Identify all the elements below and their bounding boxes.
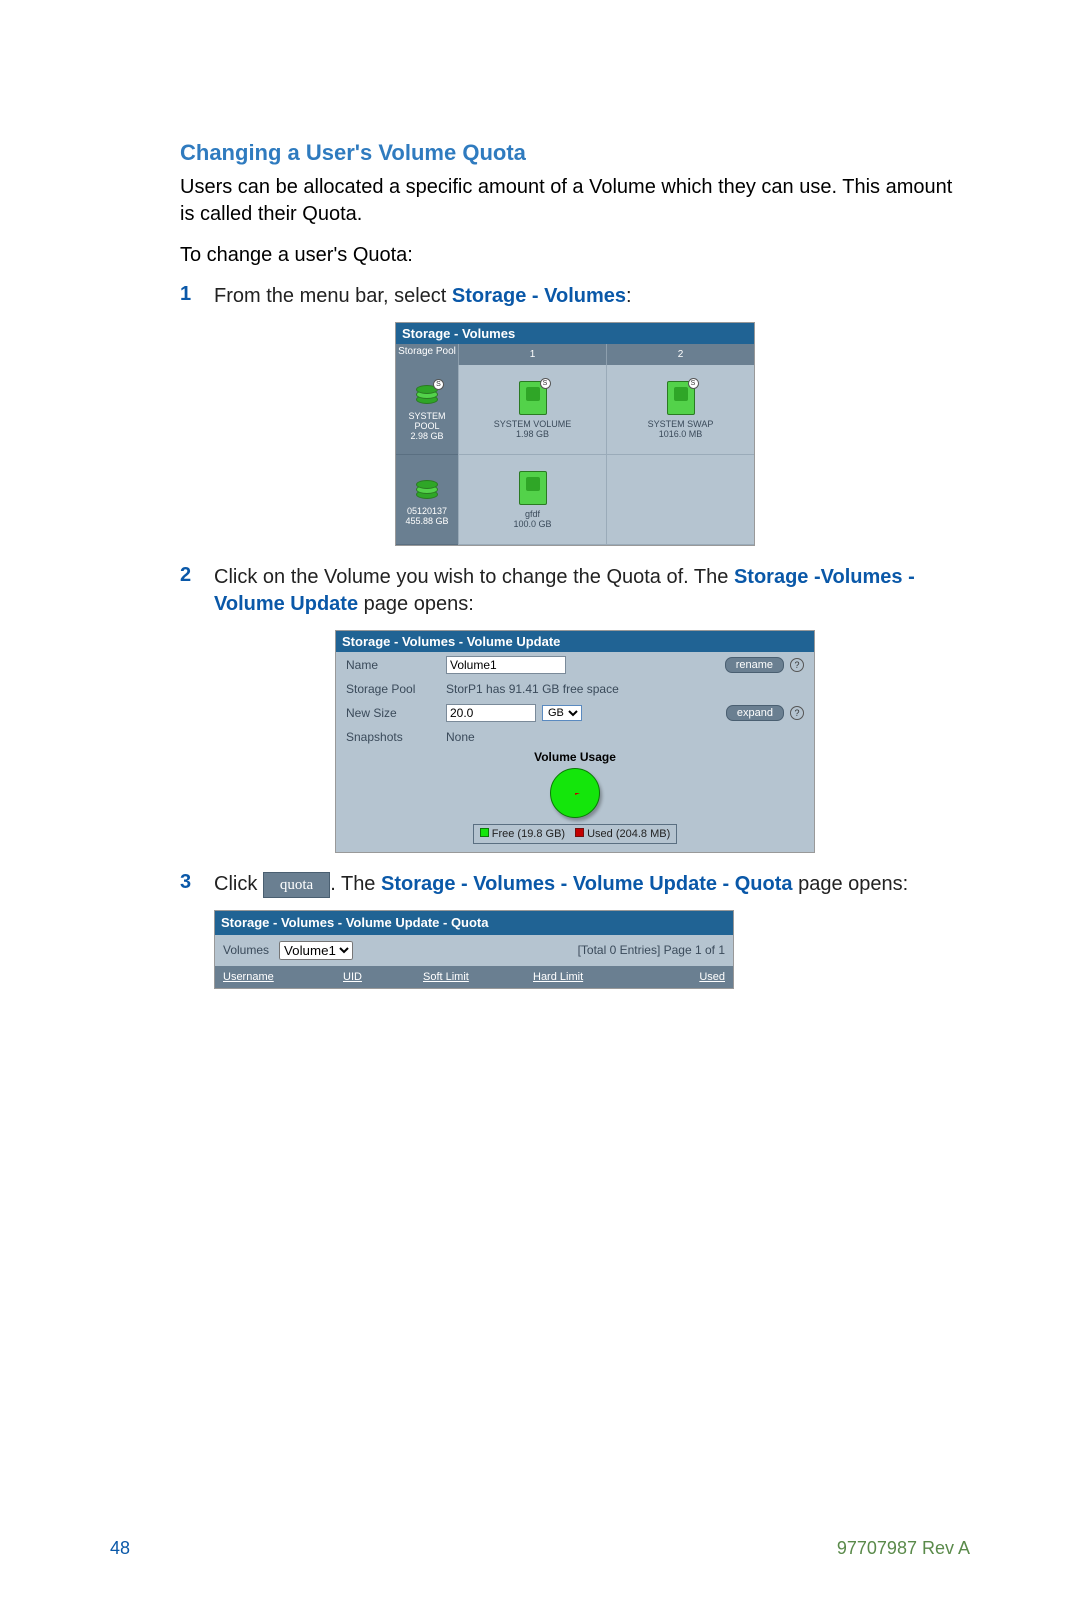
square-icon <box>480 828 489 837</box>
name-input[interactable] <box>446 656 566 674</box>
name-label: Name <box>346 658 446 672</box>
volume-size: 100.0 GB <box>513 519 551 529</box>
unit-select[interactable]: GB <box>542 705 582 721</box>
size-input[interactable] <box>446 704 536 722</box>
volume-cell-empty <box>607 455 754 545</box>
col-soft-limit[interactable]: Soft Limit <box>423 970 533 985</box>
snapshots-label: Snapshots <box>346 730 446 744</box>
text: . The <box>330 873 381 895</box>
volume-cell[interactable]: S SYSTEM SWAP 1016.0 MB <box>607 365 754 455</box>
pool-cell[interactable]: S SYSTEM POOL 2.98 GB <box>396 365 458 455</box>
size-label: New Size <box>346 706 446 720</box>
screenshot-volume-update: Storage - Volumes - Volume Update Name r… <box>335 630 815 853</box>
text: page opens: <box>358 593 474 615</box>
volume-cell[interactable]: S SYSTEM VOLUME 1.98 GB <box>459 365 606 455</box>
entries-text: [Total 0 Entries] Page 1 of 1 <box>578 942 725 958</box>
pool-label: Storage Pool <box>346 682 446 696</box>
column-header: 2 <box>606 344 754 365</box>
drive-icon <box>519 471 547 505</box>
text: From the menu bar, select <box>214 285 452 307</box>
usage-title: Volume Usage <box>336 748 814 766</box>
page-footer: 48 97707987 Rev A <box>110 1538 970 1559</box>
menu-path: Storage - Volumes <box>452 285 626 307</box>
volume-select[interactable]: Volume1 <box>279 941 353 960</box>
panel-title: Storage - Volumes <box>396 323 754 344</box>
volume-cell[interactable]: gfdf 100.0 GB <box>459 455 606 545</box>
snapshots-value: None <box>446 730 804 744</box>
column-header: 1 <box>458 344 606 365</box>
step-number: 3 <box>180 871 214 989</box>
col-username[interactable]: Username <box>223 970 343 985</box>
col-uid[interactable]: UID <box>343 970 423 985</box>
step-text: From the menu bar, select Storage - Volu… <box>214 283 970 310</box>
pool-name: SYSTEM POOL <box>398 411 456 431</box>
help-icon[interactable]: ? <box>790 658 804 672</box>
panel-title: Storage - Volumes - Volume Update <box>336 631 814 652</box>
panel-title: Storage - Volumes - Volume Update - Quot… <box>215 911 733 935</box>
expand-button[interactable]: expand <box>726 705 784 721</box>
volumes-label: Volumes <box>223 942 269 958</box>
badge-icon: S <box>433 379 444 390</box>
square-icon <box>575 828 584 837</box>
text: : <box>626 285 632 307</box>
quota-table-header: Username UID Soft Limit Hard Limit Used <box>215 966 733 989</box>
disk-stack-icon <box>413 476 441 504</box>
text: Click on the Volume you wish to change t… <box>214 566 734 588</box>
pool-size: 2.98 GB <box>410 431 443 441</box>
text: page opens: <box>793 873 909 895</box>
document-revision: 97707987 Rev A <box>837 1538 970 1559</box>
col-used[interactable]: Used <box>643 970 725 985</box>
page-number: 48 <box>110 1538 130 1559</box>
volume-size: 1.98 GB <box>516 429 549 439</box>
table-header: Storage Pool 1 2 <box>396 344 754 365</box>
text: Click <box>214 873 263 895</box>
volume-name: SYSTEM VOLUME <box>494 419 572 429</box>
pool-name: 05120137 <box>407 506 447 516</box>
page-ref: Storage - Volumes - Volume Update - Quot… <box>381 873 793 895</box>
pool-column: S SYSTEM POOL 2.98 GB 05120137 455.88 GB <box>396 365 458 545</box>
rename-button[interactable]: rename <box>725 657 784 673</box>
pool-size: 455.88 GB <box>405 516 448 526</box>
step-1: 1 From the menu bar, select Storage - Vo… <box>180 283 970 310</box>
legend-used: Used (204.8 MB) <box>575 828 670 840</box>
step-3: 3 Click quota. The Storage - Volumes - V… <box>180 871 970 989</box>
drive-icon: S <box>667 381 695 415</box>
step-number: 1 <box>180 283 214 310</box>
disk-stack-icon: S <box>413 381 441 409</box>
step-number: 2 <box>180 564 214 618</box>
lead-text: To change a user's Quota: <box>180 242 970 269</box>
pool-header: Storage Pool <box>396 344 458 365</box>
legend: Free (19.8 GB) Used (204.8 MB) <box>473 824 678 844</box>
step-2: 2 Click on the Volume you wish to change… <box>180 564 970 618</box>
volume-name: SYSTEM SWAP <box>648 419 714 429</box>
volume-size: 1016.0 MB <box>659 429 703 439</box>
volume-name: gfdf <box>525 509 540 519</box>
step-text: Click on the Volume you wish to change t… <box>214 564 970 618</box>
col-hard-limit[interactable]: Hard Limit <box>533 970 643 985</box>
quota-button[interactable]: quota <box>263 872 330 898</box>
legend-free: Free (19.8 GB) <box>480 828 565 840</box>
pool-cell[interactable]: 05120137 455.88 GB <box>396 455 458 545</box>
pool-value: StorP1 has 91.41 GB free space <box>446 682 804 696</box>
volume-column: S SYSTEM SWAP 1016.0 MB <box>606 365 754 545</box>
drive-icon: S <box>519 381 547 415</box>
screenshot-volumes: Storage - Volumes Storage Pool 1 2 S SYS… <box>395 322 755 546</box>
screenshot-quota: Storage - Volumes - Volume Update - Quot… <box>214 910 734 989</box>
pie-chart-icon <box>550 768 600 818</box>
step-text: Click quota. The Storage - Volumes - Vol… <box>214 871 970 989</box>
intro-text: Users can be allocated a specific amount… <box>180 174 970 228</box>
volume-column: S SYSTEM VOLUME 1.98 GB gfdf 100.0 GB <box>458 365 606 545</box>
help-icon[interactable]: ? <box>790 706 804 720</box>
section-heading: Changing a User's Volume Quota <box>180 140 970 166</box>
